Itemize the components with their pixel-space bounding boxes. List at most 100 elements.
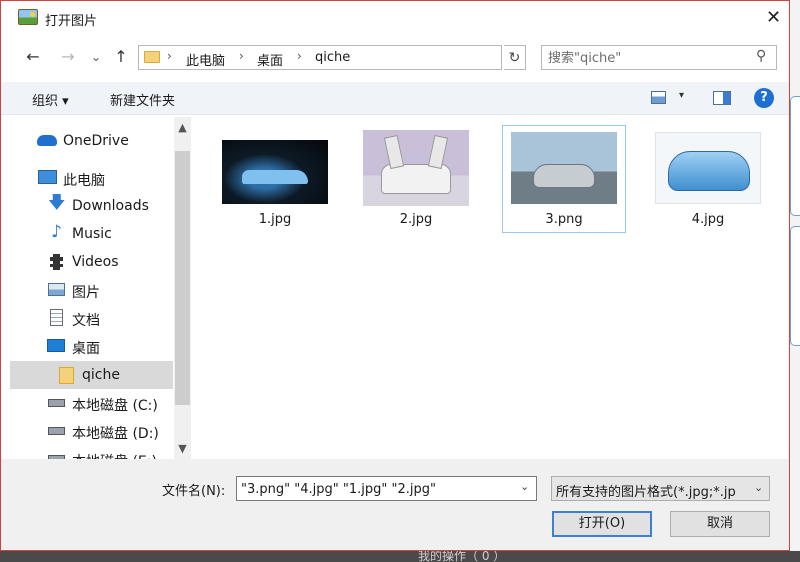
up-button[interactable]: ↑: [110, 46, 132, 68]
nav-label: Downloads: [72, 198, 149, 214]
nav-label: Music: [72, 226, 112, 242]
downloads-icon: 🡇: [48, 193, 66, 213]
breadcrumb-this-pc[interactable]: 此电脑: [186, 50, 225, 69]
nav-scrollbar[interactable]: ▲ ▼: [174, 117, 191, 459]
background-page-bottom: 我的操作（ 0 ）: [0, 551, 800, 562]
help-icon[interactable]: ?: [754, 88, 774, 108]
new-folder-button[interactable]: 新建文件夹: [110, 90, 175, 109]
file-type-select[interactable]: 所有支持的图片格式(*.jpg;*.jp ⌄: [551, 476, 770, 501]
nav-label: 本地磁盘 (E:): [72, 451, 157, 459]
nav-label: 文档: [72, 313, 100, 329]
background-status-text: 我的操作（ 0 ）: [418, 551, 506, 562]
nav-item-videos[interactable]: Videos: [10, 248, 173, 276]
nav-item-downloads[interactable]: 🡇 Downloads: [10, 192, 173, 220]
drive-d-icon: [48, 427, 65, 435]
videos-icon: [50, 254, 63, 270]
nav-item-onedrive[interactable]: OneDrive: [10, 127, 173, 155]
up-arrow-icon: ↑: [114, 47, 128, 66]
forward-button[interactable]: →: [57, 46, 79, 68]
bottom-panel: 文件名(N): ⌄ 所有支持的图片格式(*.jpg;*.jp ⌄ 打开(O) 取…: [1, 459, 789, 550]
breadcrumb-separator: ›: [239, 49, 244, 63]
chevron-down-icon: ⌄: [754, 481, 764, 494]
file-item[interactable]: 4.jpg: [646, 125, 770, 233]
scroll-thumb[interactable]: [175, 151, 190, 405]
refresh-button[interactable]: ↻: [504, 45, 526, 70]
back-arrow-icon: ←: [26, 47, 40, 66]
refresh-icon: ↻: [508, 50, 521, 66]
nav-item-music[interactable]: ♪ Music: [10, 220, 173, 248]
breadcrumb-separator: ›: [167, 49, 172, 63]
nav-item-drive-c[interactable]: 本地磁盘 (C:): [10, 389, 173, 417]
file-name: 1.jpg: [258, 212, 292, 227]
file-name: 4.jpg: [691, 212, 725, 227]
command-bar: 组织 ▾ 新建文件夹 ▾ ?: [1, 82, 789, 115]
nav-label: 图片: [72, 285, 100, 301]
nav-item-documents[interactable]: 文档: [10, 304, 173, 332]
close-icon: ✕: [765, 7, 782, 28]
file-list: 1.jpg 2.jpg 3.png 4.jpg: [192, 117, 789, 459]
nav-item-pictures[interactable]: 图片: [10, 276, 173, 304]
nav-label: qiche: [82, 367, 120, 383]
search-icon[interactable]: ⚲: [756, 48, 766, 64]
breadcrumb-separator: ›: [297, 49, 302, 63]
search-box[interactable]: ⚲: [541, 45, 777, 70]
picture-app-icon: [18, 9, 38, 25]
car-shape: [242, 170, 308, 184]
folder-icon: [59, 367, 74, 384]
organize-menu-button[interactable]: 组织 ▾: [32, 90, 69, 109]
filename-input[interactable]: [241, 480, 511, 498]
file-name: 2.jpg: [399, 212, 433, 227]
file-item[interactable]: 1.jpg: [213, 125, 337, 233]
file-thumbnail: [363, 130, 469, 206]
navigation-pane: OneDrive 此电脑 🡇 Downloads ♪ Music Videos …: [10, 117, 173, 459]
nav-item-drive-e[interactable]: 本地磁盘 (E:): [10, 445, 173, 459]
file-item[interactable]: 2.jpg: [354, 125, 478, 233]
recent-locations-button[interactable]: ⌄: [85, 46, 107, 68]
folder-icon: [144, 51, 160, 63]
car-shape: [533, 164, 595, 188]
open-picture-dialog: 打开图片 ✕ ← → ⌄ ↑ › 此电脑 › 桌面 › qiche ⌄ ↻ ⚲ …: [0, 0, 790, 551]
background-card: [790, 226, 800, 346]
nav-label: OneDrive: [63, 133, 129, 149]
nav-item-drive-d[interactable]: 本地磁盘 (D:): [10, 417, 173, 445]
scroll-down-icon[interactable]: ▼: [174, 440, 191, 458]
view-options-icon[interactable]: [651, 91, 666, 104]
window-title: 打开图片: [45, 14, 98, 29]
file-thumbnail: [655, 132, 761, 204]
back-button[interactable]: ←: [22, 46, 44, 68]
file-thumbnail: [222, 140, 328, 204]
scroll-up-icon[interactable]: ▲: [174, 119, 191, 137]
preview-pane-icon[interactable]: [713, 91, 731, 105]
file-name: 3.png: [545, 212, 583, 227]
cloud-icon: [37, 135, 57, 146]
file-type-value: 所有支持的图片格式(*.jpg;*.jp: [556, 485, 736, 500]
desktop-icon: [47, 339, 65, 352]
nav-label: 此电脑: [63, 173, 105, 189]
chevron-down-icon: ⌄: [90, 50, 102, 64]
close-button[interactable]: ✕: [758, 1, 789, 35]
nav-item-this-pc[interactable]: 此电脑: [10, 164, 173, 192]
breadcrumb-qiche[interactable]: qiche: [315, 50, 350, 65]
nav-item-qiche[interactable]: qiche: [10, 361, 173, 389]
forward-arrow-icon: →: [61, 47, 75, 66]
documents-icon: [50, 309, 63, 326]
open-button[interactable]: 打开(O): [552, 511, 652, 537]
drive-c-icon: [48, 399, 65, 407]
view-dropdown-icon[interactable]: ▾: [679, 90, 684, 101]
breadcrumb-desktop[interactable]: 桌面: [257, 50, 283, 69]
address-bar[interactable]: › 此电脑 › 桌面 › qiche ⌄: [138, 45, 628, 70]
nav-label: Videos: [72, 254, 119, 270]
nav-label: 桌面: [72, 341, 100, 357]
file-item[interactable]: 3.png: [502, 125, 626, 233]
computer-icon: [38, 170, 57, 184]
filename-label: 文件名(N):: [162, 484, 226, 499]
nav-label: 本地磁盘 (C:): [72, 398, 158, 414]
chevron-down-icon[interactable]: ⌄: [520, 480, 529, 493]
cancel-button[interactable]: 取消: [670, 511, 770, 537]
background-card: [790, 96, 800, 216]
title-bar: 打开图片 ✕: [1, 1, 789, 35]
nav-item-desktop[interactable]: 桌面: [10, 332, 173, 360]
search-input[interactable]: [548, 49, 748, 67]
music-icon: ♪: [51, 222, 62, 242]
filename-field[interactable]: ⌄: [236, 476, 537, 501]
